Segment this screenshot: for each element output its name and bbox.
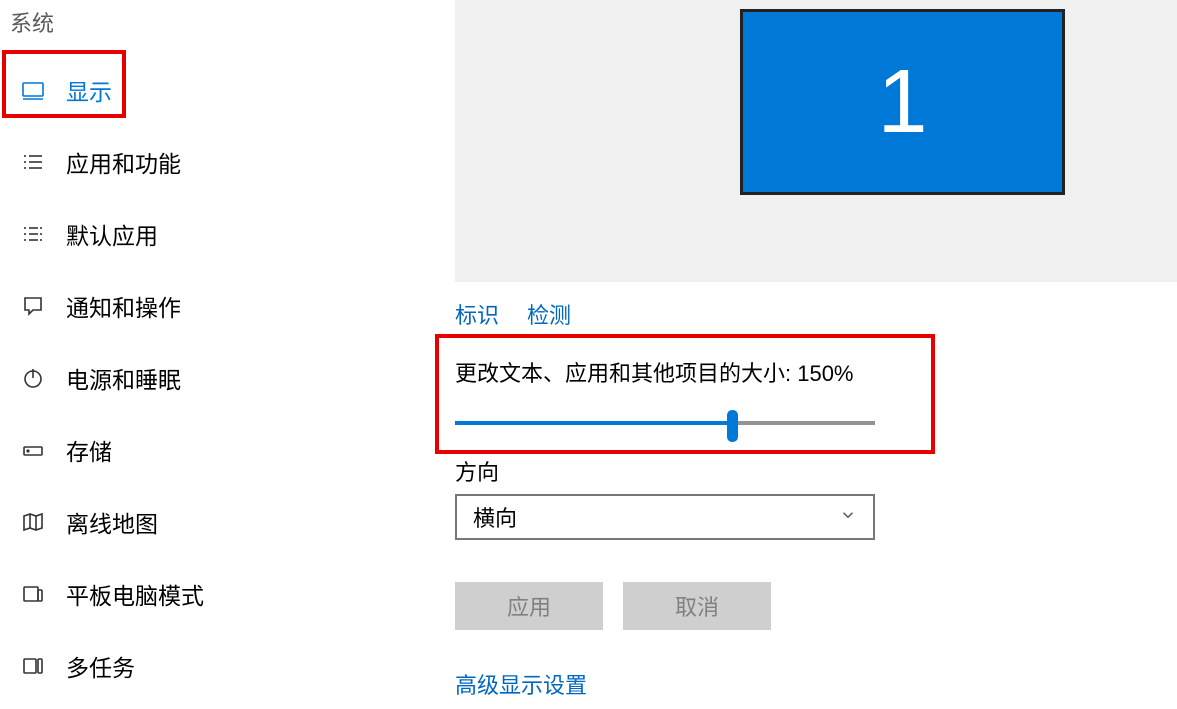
sidebar-item-storage[interactable]: 存储 (0, 414, 455, 486)
tablet-icon (18, 582, 48, 606)
main-pane: 1 标识 检测 更改文本、应用和其他项目的大小: 150% 方向 横向 应用 (455, 0, 1177, 709)
detect-link[interactable]: 检测 (527, 298, 571, 330)
action-buttons: 应用 取消 (455, 582, 771, 630)
cancel-button[interactable]: 取消 (623, 582, 771, 630)
identify-link[interactable]: 标识 (455, 298, 499, 330)
map-icon (18, 510, 48, 534)
power-icon (18, 366, 48, 390)
sidebar-item-label: 存储 (66, 433, 112, 467)
storage-icon (18, 438, 48, 462)
sidebar-item-label: 通知和操作 (66, 289, 181, 323)
orientation-label: 方向 (455, 455, 499, 487)
sidebar-item-tablet-mode[interactable]: 平板电脑模式 (0, 558, 455, 630)
slider-thumb[interactable] (727, 410, 738, 442)
sidebar-item-notifications[interactable]: 通知和操作 (0, 270, 455, 342)
button-label: 取消 (675, 590, 719, 622)
sidebar-item-label: 应用和功能 (66, 145, 181, 179)
slider-track-empty (733, 421, 875, 425)
monitor-number: 1 (877, 51, 927, 154)
scaling-slider[interactable] (455, 410, 875, 438)
chevron-down-icon (839, 504, 857, 530)
sidebar-item-label: 多任务 (66, 649, 135, 683)
multitask-icon (18, 654, 48, 678)
advanced-display-settings-link[interactable]: 高级显示设置 (455, 668, 587, 700)
apps-list-icon (18, 150, 48, 174)
settings-category-title: 系统 (0, 0, 455, 28)
monitor-1[interactable]: 1 (740, 9, 1065, 195)
orientation-dropdown[interactable]: 横向 (455, 494, 875, 540)
sidebar-item-multitasking[interactable]: 多任务 (0, 630, 455, 702)
sidebar-item-apps-features[interactable]: 应用和功能 (0, 126, 455, 198)
scaling-label: 更改文本、应用和其他项目的大小: 150% (455, 356, 854, 388)
sidebar-item-label: 电源和睡眠 (66, 361, 181, 395)
button-label: 应用 (507, 590, 551, 622)
sidebar-item-power-sleep[interactable]: 电源和睡眠 (0, 342, 455, 414)
monitor-preview-area: 1 (455, 0, 1177, 282)
sidebar: 系统 显示 应用和功能 默认应用 (0, 0, 455, 709)
apply-button[interactable]: 应用 (455, 582, 603, 630)
dropdown-value: 横向 (473, 501, 517, 533)
default-apps-icon (18, 222, 48, 246)
sidebar-item-label: 离线地图 (66, 505, 158, 539)
sidebar-item-label: 平板电脑模式 (66, 577, 204, 611)
highlight-display-annotation (2, 50, 126, 118)
sidebar-item-offline-maps[interactable]: 离线地图 (0, 486, 455, 558)
slider-track-filled (455, 421, 733, 425)
sidebar-item-default-apps[interactable]: 默认应用 (0, 198, 455, 270)
display-action-links: 标识 检测 (455, 298, 571, 330)
notification-icon (18, 294, 48, 318)
sidebar-nav: 显示 应用和功能 默认应用 通知和操作 (0, 28, 455, 702)
sidebar-item-label: 默认应用 (66, 217, 158, 251)
